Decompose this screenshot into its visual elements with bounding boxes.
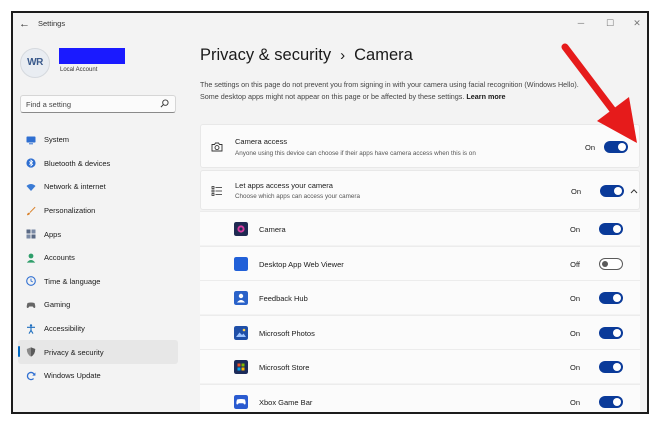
learn-more-link[interactable]: Learn more bbox=[466, 92, 505, 101]
sidebar-item-label: Bluetooth & devices bbox=[44, 158, 111, 168]
app-toggle-microsoft-photos[interactable] bbox=[599, 326, 623, 339]
sidebar-item-bluetooth[interactable]: Bluetooth & devices bbox=[18, 152, 178, 176]
title-bar: ← Settings ─ ☐ ✕ bbox=[13, 13, 647, 35]
app-toggle-xbox-game-bar[interactable] bbox=[599, 395, 623, 408]
sidebar-item-label: Gaming bbox=[44, 300, 71, 310]
avatar[interactable]: WR bbox=[20, 48, 50, 78]
breadcrumb-parent[interactable]: Privacy & security bbox=[200, 46, 331, 64]
camera-icon bbox=[211, 142, 223, 152]
back-arrow-icon[interactable]: ← bbox=[19, 18, 31, 30]
app-name: Microsoft Store bbox=[259, 363, 310, 372]
sidebar-item-privacy-security[interactable]: Privacy & security bbox=[18, 340, 178, 364]
search-icon[interactable] bbox=[160, 99, 169, 108]
store-icon bbox=[234, 360, 248, 374]
window-title: Settings bbox=[38, 19, 66, 28]
settings-window: ← Settings ─ ☐ ✕ WR Local Account System… bbox=[11, 11, 649, 414]
page-title: Camera bbox=[354, 46, 413, 64]
redacted-user-name bbox=[59, 48, 125, 64]
minimize-button[interactable]: ─ bbox=[574, 16, 588, 30]
breadcrumb: Privacy & security › Camera bbox=[200, 46, 413, 65]
app-state: On bbox=[569, 397, 580, 407]
controller-icon bbox=[26, 302, 36, 308]
page-description: The settings on this page do not prevent… bbox=[200, 79, 580, 102]
app-row-microsoft-photos: Microsoft Photos On bbox=[200, 314, 640, 349]
avatar-initials: WR bbox=[27, 57, 43, 68]
sidebar-item-label: Accounts bbox=[44, 253, 75, 263]
apps-icon bbox=[26, 229, 36, 239]
sidebar-item-label: Time & language bbox=[44, 276, 101, 286]
search-box[interactable] bbox=[20, 95, 176, 113]
app-name: Feedback Hub bbox=[259, 294, 308, 303]
account-type: Local Account bbox=[60, 67, 98, 73]
breadcrumb-separator: › bbox=[340, 47, 346, 64]
sidebar-item-gaming[interactable]: Gaming bbox=[18, 293, 178, 317]
app-row-microsoft-store: Microsoft Store On bbox=[200, 349, 640, 383]
let-apps-toggle[interactable] bbox=[600, 185, 624, 197]
sidebar-nav: System Bluetooth & devices Network & int… bbox=[18, 128, 178, 388]
shield-icon bbox=[26, 347, 36, 357]
close-button[interactable]: ✕ bbox=[630, 16, 644, 30]
sidebar-item-label: Personalization bbox=[44, 206, 96, 216]
camera-app-icon bbox=[234, 222, 248, 236]
sidebar-item-system[interactable]: System bbox=[18, 128, 178, 152]
chevron-up-icon[interactable] bbox=[630, 188, 638, 194]
sidebar-item-windows-update[interactable]: Windows Update bbox=[18, 364, 178, 388]
search-input[interactable] bbox=[26, 99, 156, 110]
sidebar-item-accounts[interactable]: Accounts bbox=[18, 246, 178, 270]
brush-icon bbox=[27, 206, 36, 215]
app-name: Desktop App Web Viewer bbox=[259, 259, 344, 269]
app-list-icon bbox=[211, 186, 222, 196]
app-state: Off bbox=[570, 259, 580, 269]
sidebar-item-label: Network & internet bbox=[44, 182, 106, 192]
sidebar-item-label: Windows Update bbox=[44, 371, 101, 381]
app-row-desktop-app-web-viewer: Desktop App Web Viewer Off bbox=[200, 245, 640, 280]
app-state: On bbox=[569, 225, 580, 234]
sidebar-item-accessibility[interactable]: Accessibility bbox=[18, 317, 178, 341]
bluetooth-icon bbox=[26, 158, 36, 168]
xbox-game-bar-icon bbox=[234, 394, 248, 409]
camera-access-title: Camera access bbox=[235, 137, 288, 146]
app-toggle-desktop-app-web-viewer[interactable] bbox=[599, 257, 623, 270]
sidebar-item-apps[interactable]: Apps bbox=[18, 222, 178, 246]
app-row-camera: Camera On bbox=[200, 211, 640, 245]
feedback-hub-icon bbox=[234, 291, 248, 305]
maximize-button[interactable]: ☐ bbox=[603, 16, 617, 30]
let-apps-title: Let apps access your camera bbox=[235, 181, 333, 190]
sidebar-item-label: Apps bbox=[44, 229, 62, 239]
person-icon bbox=[26, 253, 36, 263]
app-state: On bbox=[569, 363, 580, 372]
app-name: Camera bbox=[259, 225, 286, 234]
sidebar-item-label: Accessibility bbox=[44, 324, 85, 334]
sidebar-item-label: Privacy & security bbox=[44, 347, 104, 357]
app-row-xbox-game-bar: Xbox Game Bar On bbox=[200, 383, 640, 412]
camera-access-subtitle: Anyone using this device can choose if t… bbox=[235, 150, 476, 157]
wifi-icon bbox=[26, 183, 36, 191]
globe-clock-icon bbox=[26, 276, 36, 287]
system-icon bbox=[26, 136, 36, 145]
sidebar-item-personalization[interactable]: Personalization bbox=[18, 199, 178, 223]
update-icon bbox=[26, 371, 36, 381]
app-state: On bbox=[569, 294, 580, 303]
app-name: Xbox Game Bar bbox=[259, 397, 313, 407]
sidebar-item-time-language[interactable]: Time & language bbox=[18, 270, 178, 294]
let-apps-access-card[interactable]: Let apps access your camera Choose which… bbox=[200, 170, 640, 210]
photos-icon bbox=[234, 325, 248, 340]
app-toggle-camera[interactable] bbox=[599, 223, 623, 235]
red-arrow-annotation bbox=[561, 43, 637, 143]
accessibility-icon bbox=[27, 323, 35, 334]
description-text: The settings on this page do not prevent… bbox=[200, 80, 579, 101]
sidebar-item-label: System bbox=[44, 135, 70, 145]
app-row-feedback-hub: Feedback Hub On bbox=[200, 280, 640, 314]
app-name: Microsoft Photos bbox=[259, 328, 315, 338]
sidebar-item-network[interactable]: Network & internet bbox=[18, 175, 178, 199]
let-apps-state: On bbox=[570, 187, 581, 196]
app-toggle-feedback-hub[interactable] bbox=[599, 292, 623, 304]
let-apps-subtitle: Choose which apps can access your camera bbox=[235, 193, 360, 200]
web-viewer-icon bbox=[234, 256, 248, 271]
app-toggle-microsoft-store[interactable] bbox=[599, 361, 623, 373]
app-state: On bbox=[569, 328, 580, 338]
